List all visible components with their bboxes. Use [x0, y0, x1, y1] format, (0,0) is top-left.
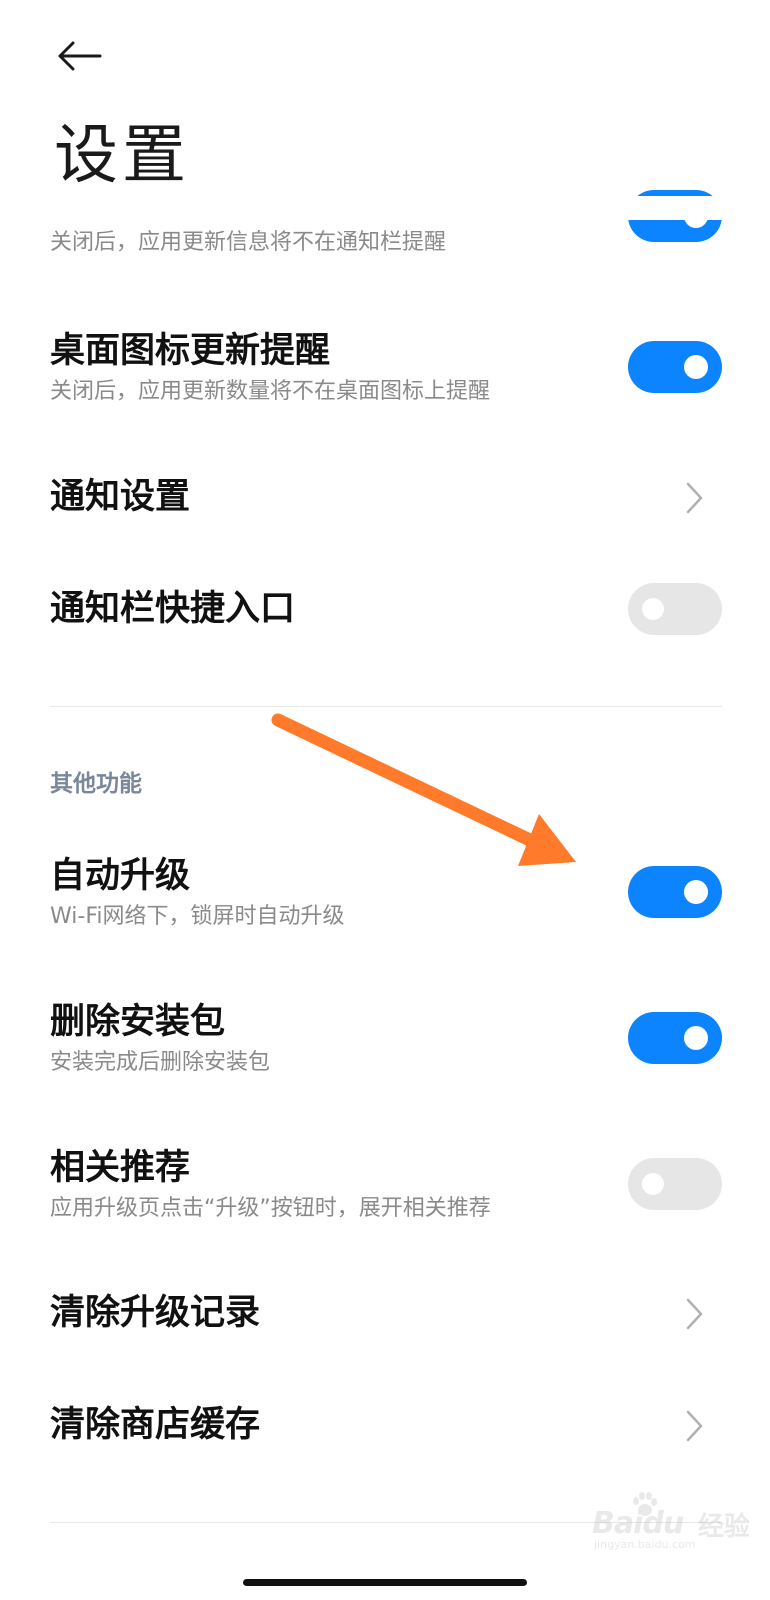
setting-row-clear-cache[interactable]: 清除商店缓存: [50, 1408, 722, 1448]
desktop-badge-toggle[interactable]: [628, 341, 722, 393]
home-indicator[interactable]: [243, 1579, 527, 1586]
chevron-right-icon: [686, 1410, 703, 1442]
watermark-brand: Baidu: [592, 1506, 684, 1541]
setting-row-auto-upgrade[interactable]: 自动升级 Wi-Fi网络下，锁屏时自动升级: [50, 859, 722, 929]
setting-title: 删除安装包: [50, 1002, 226, 1042]
chevron-right-icon: [686, 482, 703, 514]
setting-title: 通知栏快捷入口: [50, 589, 296, 629]
chevron-right-icon: [686, 1298, 703, 1330]
setting-title: 相关推荐: [50, 1148, 191, 1188]
setting-row-desktop-badge[interactable]: 桌面图标更新提醒 关闭后，应用更新数量将不在桌面图标上提醒: [50, 334, 722, 404]
setting-subtitle: 安装完成后删除安装包: [50, 1050, 271, 1075]
setting-row-clear-records[interactable]: 清除升级记录: [50, 1296, 722, 1336]
setting-row-notification-settings[interactable]: 通知设置: [50, 480, 722, 520]
setting-title: 清除商店缓存: [50, 1405, 261, 1445]
setting-row-recommendations[interactable]: 相关推荐 应用升级页点击“升级”按钮时，展开相关推荐: [50, 1151, 722, 1221]
section-divider: [50, 706, 722, 707]
page-title: 设置: [54, 119, 190, 193]
arrow-left-icon: [58, 41, 102, 71]
baidu-watermark: Baidu 经验 jingyan.baidu.com: [592, 1492, 750, 1551]
back-button[interactable]: [56, 32, 112, 80]
setting-title: 清除升级记录: [50, 1293, 261, 1333]
setting-subtitle: 应用升级页点击“升级”按钮时，展开相关推荐: [50, 1196, 491, 1221]
watermark-url: jingyan.baidu.com: [594, 1538, 696, 1551]
setting-title: 桌面图标更新提醒: [50, 331, 331, 371]
setting-subtitle: Wi-Fi网络下，锁屏时自动升级: [50, 904, 345, 929]
notification-shortcut-toggle[interactable]: [628, 583, 722, 635]
setting-subtitle: 关闭后，应用更新数量将不在桌面图标上提醒: [50, 379, 491, 404]
auto-upgrade-toggle[interactable]: [628, 866, 722, 918]
setting-row-delete-package[interactable]: 删除安装包 安装完成后删除安装包: [50, 1005, 722, 1075]
setting-row-notification-shortcut[interactable]: 通知栏快捷入口: [50, 583, 722, 635]
setting-subtitle: 关闭后，应用更新信息将不在通知栏提醒: [50, 230, 447, 255]
section-header-other: 其他功能: [50, 771, 142, 797]
setting-title: 通知设置: [50, 477, 191, 517]
delete-package-toggle[interactable]: [628, 1012, 722, 1064]
setting-title: 自动升级: [50, 856, 191, 896]
recommendations-toggle[interactable]: [628, 1158, 722, 1210]
watermark-label: 经验: [698, 1512, 751, 1542]
